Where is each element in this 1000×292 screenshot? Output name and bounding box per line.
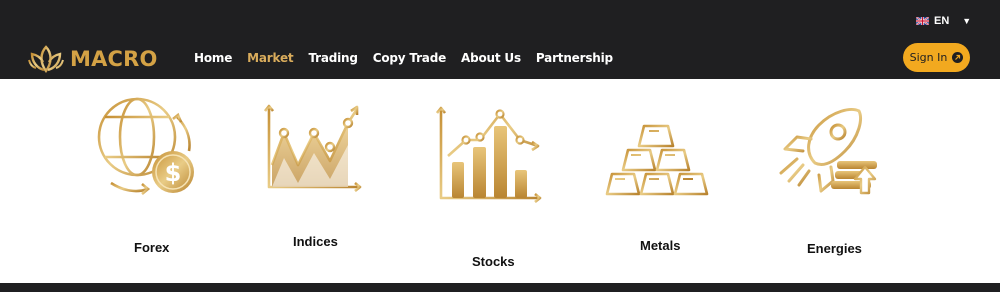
arrow-up-right-icon (952, 52, 964, 63)
market-label-energies: Energies (807, 241, 862, 256)
market-label-forex: Forex (134, 240, 170, 255)
svg-text:$: $ (165, 159, 182, 187)
nav-home[interactable]: Home (194, 51, 232, 65)
nav-copy-trade[interactable]: Copy Trade (373, 51, 446, 65)
brand-logo[interactable]: MACRO (28, 42, 158, 76)
language-selector[interactable]: EN ▼ (916, 13, 971, 29)
main-nav: Home Market Trading Copy Trade About Us … (194, 49, 628, 67)
uk-flag-icon (916, 17, 929, 25)
nav-market[interactable]: Market (247, 51, 293, 65)
bar-chart-icon (436, 106, 542, 204)
globe-dollar-icon: $ (97, 97, 194, 195)
sign-in-button[interactable]: Sign In (903, 43, 970, 72)
site-header: EN ▼ MACRO Home Market Trading Copy Trad… (0, 0, 1000, 79)
line-chart-icon (263, 104, 362, 193)
brand-name: MACRO (70, 47, 158, 71)
chevron-down-icon: ▼ (962, 16, 972, 26)
rocket-coins-icon (779, 108, 877, 195)
sign-in-label: Sign In (909, 51, 948, 64)
market-label-stocks: Stocks (472, 254, 515, 269)
nav-partnership[interactable]: Partnership (536, 51, 613, 65)
lotus-logo-icon (28, 45, 64, 74)
language-label: EN (934, 15, 950, 27)
footer-bar (0, 283, 1000, 292)
nav-trading[interactable]: Trading (308, 51, 358, 65)
gold-bars-icon (605, 124, 709, 196)
market-label-metals: Metals (640, 238, 681, 253)
nav-about-us[interactable]: About Us (461, 51, 521, 65)
market-label-indices: Indices (293, 234, 338, 249)
